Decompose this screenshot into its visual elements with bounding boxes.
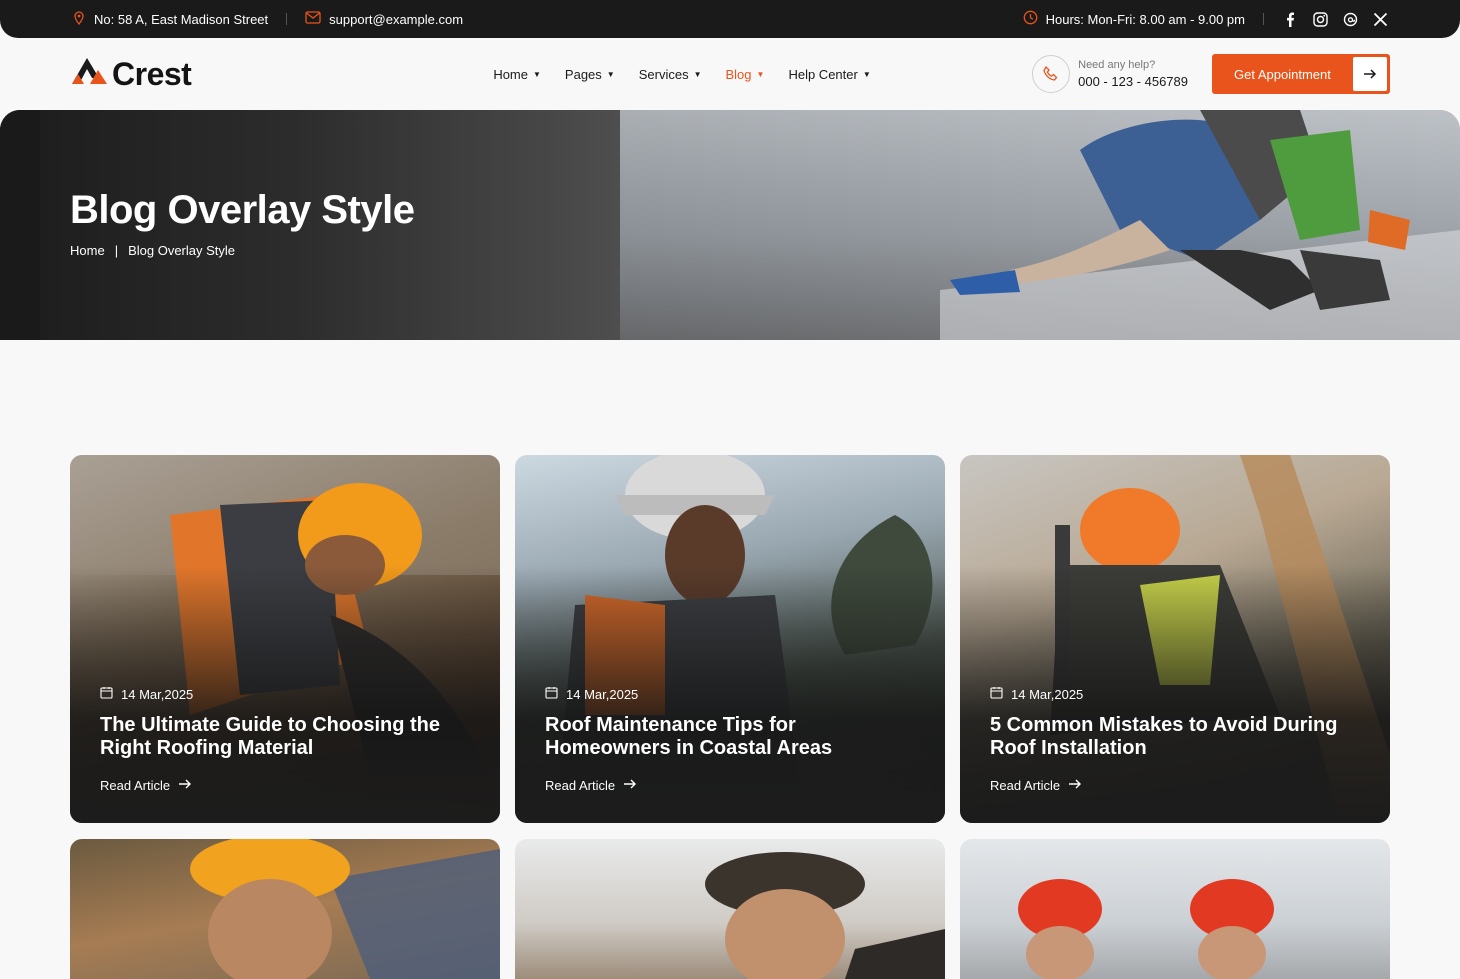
breadcrumb: Home | Blog Overlay Style bbox=[70, 243, 235, 258]
blog-card[interactable]: 14 Mar,2025 5 Common Mistakes to Avoid D… bbox=[960, 455, 1390, 823]
divider bbox=[1263, 13, 1264, 25]
read-article-label: Read Article bbox=[100, 778, 171, 793]
breadcrumb-current: Blog Overlay Style bbox=[128, 243, 236, 258]
chevron-down-icon: ▼ bbox=[756, 69, 765, 79]
nav-label: Help Center bbox=[788, 66, 858, 82]
post-date-text: 14 Mar,2025 bbox=[121, 686, 194, 702]
location-pin-icon bbox=[72, 10, 86, 28]
post-date: 14 Mar,2025 bbox=[100, 686, 470, 702]
nav-label: Home bbox=[493, 66, 528, 82]
instagram-icon[interactable] bbox=[1312, 11, 1328, 27]
blog-grid: 14 Mar,2025 The Ultimate Guide to Choosi… bbox=[70, 455, 1390, 979]
nav-label: Pages bbox=[564, 66, 602, 82]
main-nav: Home ▼ Pages ▼ Services ▼ Blog ▼ Help Center… bbox=[493, 67, 870, 82]
arrow-right-icon bbox=[1353, 57, 1387, 91]
arrow-right-icon bbox=[623, 778, 637, 793]
calendar-icon bbox=[100, 686, 113, 702]
blog-card[interactable] bbox=[515, 839, 945, 979]
post-date-text: 14 Mar,2025 bbox=[566, 686, 639, 702]
blog-image bbox=[705, 852, 945, 979]
read-article-link[interactable]: Read Article bbox=[545, 778, 915, 793]
mail-icon bbox=[305, 11, 321, 27]
social-links bbox=[1282, 11, 1388, 27]
email-item[interactable]: support@example.com bbox=[305, 11, 463, 27]
read-article-link[interactable]: Read Article bbox=[990, 778, 1360, 793]
arrow-right-icon bbox=[1068, 778, 1082, 793]
clock-icon bbox=[1023, 10, 1038, 28]
blog-card[interactable]: 14 Mar,2025 The Ultimate Guide to Choosi… bbox=[70, 455, 500, 823]
breadcrumb-separator: | bbox=[114, 243, 119, 258]
hours-text: Hours: Mon-Fri: 8.00 am - 9.00 pm bbox=[1045, 11, 1245, 27]
nav-pages[interactable]: Pages ▼ bbox=[565, 67, 615, 82]
cta-label: Get Appointment bbox=[1234, 66, 1331, 82]
post-title[interactable]: The Ultimate Guide to Choosing the Right… bbox=[100, 714, 470, 760]
help-label: Need any help? bbox=[1078, 59, 1156, 71]
nav-services[interactable]: Services ▼ bbox=[639, 67, 702, 82]
post-date-text: 14 Mar,2025 bbox=[1011, 686, 1084, 702]
address-text: No: 58 A, East Madison Street bbox=[94, 11, 269, 27]
top-info-bar: No: 58 A, East Madison Street support@ex… bbox=[0, 0, 1460, 38]
address-item: No: 58 A, East Madison Street bbox=[72, 10, 269, 28]
hero-left-strip bbox=[0, 110, 40, 340]
post-title[interactable]: 5 Common Mistakes to Avoid During Roof I… bbox=[990, 714, 1360, 760]
email-link[interactable]: support@example.com bbox=[329, 12, 463, 27]
page-hero: Blog Overlay Style Home | Blog Overlay S… bbox=[0, 110, 1460, 340]
nav-help-center[interactable]: Help Center ▼ bbox=[788, 67, 870, 82]
nav-label: Blog bbox=[725, 66, 752, 82]
main-header: Crest Home ▼ Pages ▼ Services ▼ Blog ▼ Help … bbox=[0, 38, 1460, 110]
divider bbox=[286, 13, 288, 25]
help-contact: Need any help? 000 - 123 - 456789 bbox=[1032, 55, 1188, 93]
post-title[interactable]: Roof Maintenance Tips for Homeowners in … bbox=[545, 714, 915, 760]
page-title: Blog Overlay Style bbox=[70, 188, 415, 232]
threads-icon[interactable] bbox=[1342, 11, 1358, 27]
blog-card[interactable] bbox=[960, 839, 1390, 979]
blog-card[interactable] bbox=[70, 839, 500, 979]
chevron-down-icon: ▼ bbox=[862, 69, 871, 79]
post-date: 14 Mar,2025 bbox=[990, 686, 1360, 702]
blog-card[interactable]: 14 Mar,2025 Roof Maintenance Tips for Ho… bbox=[515, 455, 945, 823]
chevron-down-icon: ▼ bbox=[533, 69, 541, 79]
chevron-down-icon: ▼ bbox=[693, 69, 702, 79]
chevron-down-icon: ▼ bbox=[606, 69, 615, 79]
calendar-icon bbox=[990, 686, 1003, 702]
get-appointment-button[interactable]: Get Appointment bbox=[1212, 54, 1390, 94]
blog-image bbox=[190, 839, 500, 979]
logo-text: Crest bbox=[112, 55, 192, 92]
nav-blog[interactable]: Blog ▼ bbox=[726, 67, 765, 82]
hours-item: Hours: Mon-Fri: 8.00 am - 9.00 pm bbox=[1023, 10, 1245, 28]
blog-image bbox=[1018, 879, 1274, 979]
logo[interactable]: Crest bbox=[70, 54, 192, 94]
post-date: 14 Mar,2025 bbox=[545, 686, 915, 702]
read-article-label: Read Article bbox=[990, 778, 1061, 793]
read-article-label: Read Article bbox=[545, 778, 616, 793]
calendar-icon bbox=[545, 686, 558, 702]
nav-label: Services bbox=[638, 66, 689, 82]
hero-worker-image bbox=[940, 110, 1460, 340]
x-icon[interactable] bbox=[1372, 11, 1388, 27]
read-article-link[interactable]: Read Article bbox=[100, 778, 470, 793]
phone-icon bbox=[1032, 55, 1071, 93]
nav-home[interactable]: Home ▼ bbox=[493, 67, 541, 82]
logo-mark-icon bbox=[70, 54, 110, 94]
breadcrumb-home[interactable]: Home bbox=[70, 243, 105, 258]
arrow-right-icon bbox=[178, 778, 192, 793]
facebook-icon[interactable] bbox=[1282, 11, 1298, 27]
help-phone[interactable]: 000 - 123 - 456789 bbox=[1078, 74, 1188, 89]
